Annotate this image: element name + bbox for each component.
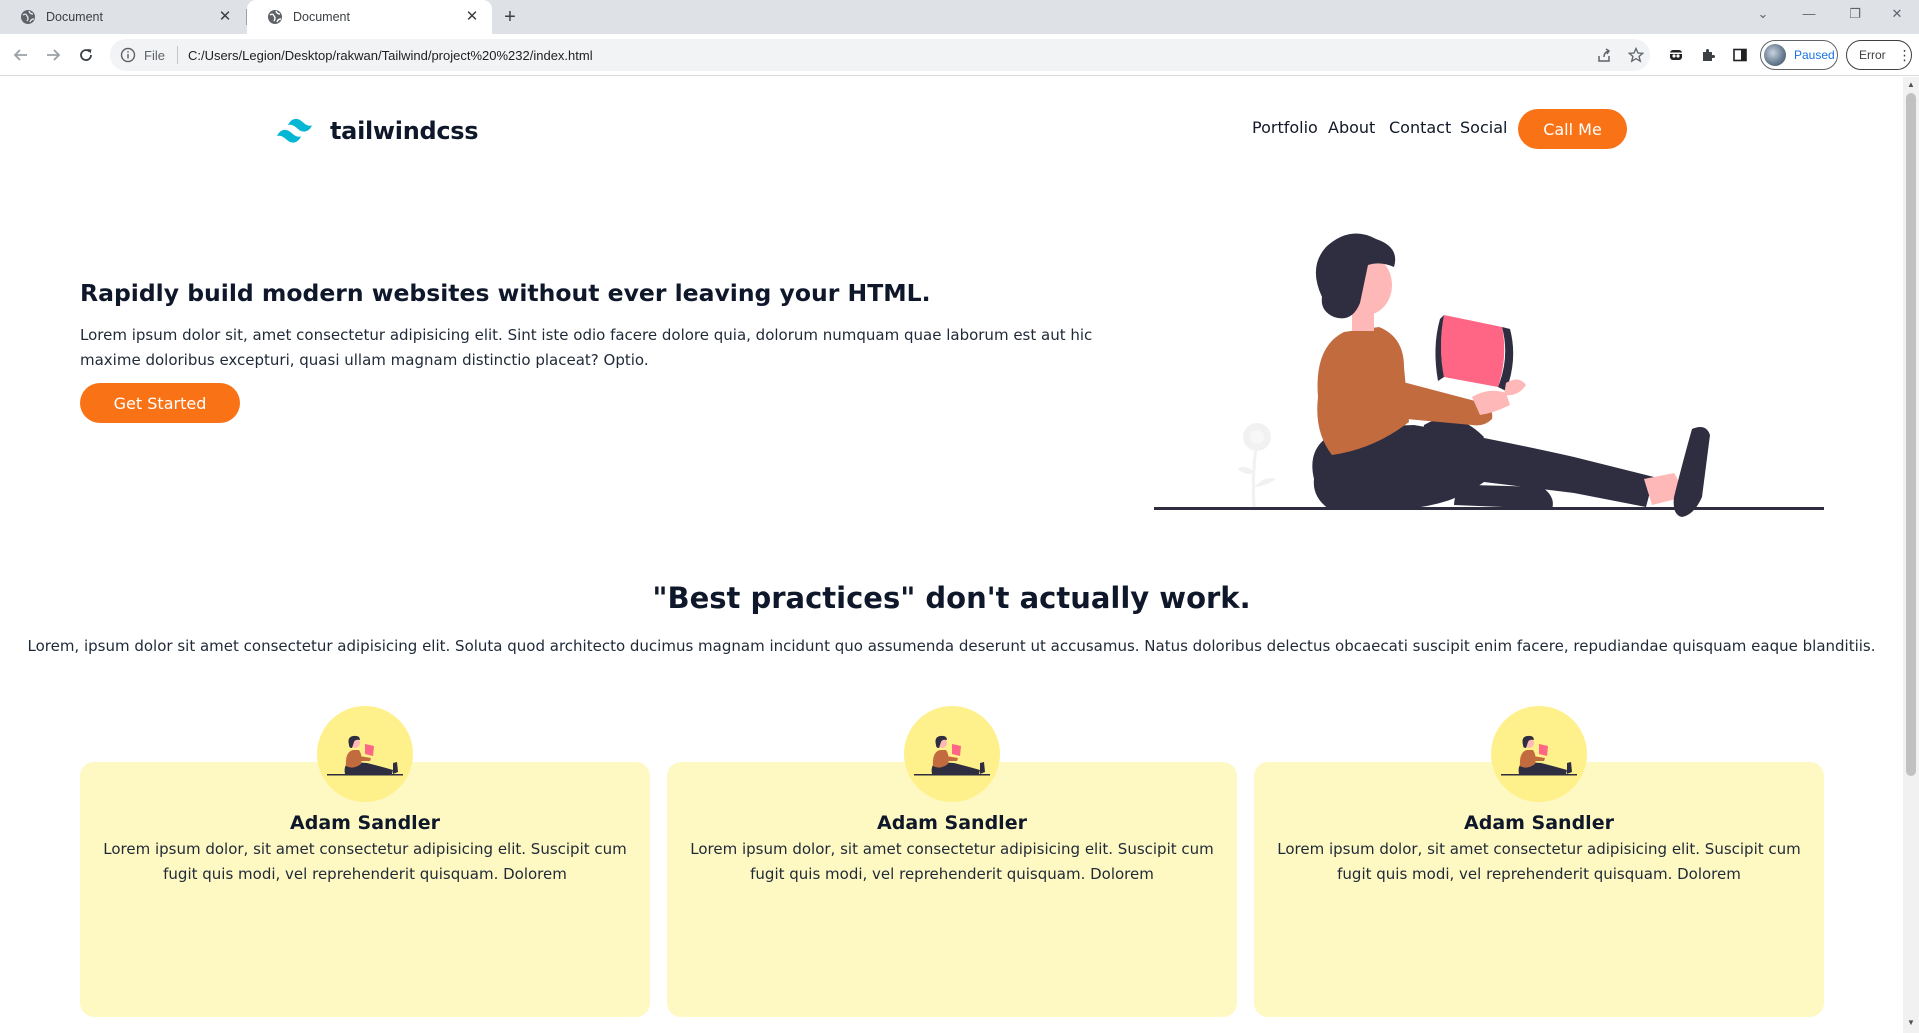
reading-woman-icon	[327, 735, 403, 776]
back-arrow-icon[interactable]	[9, 43, 33, 67]
new-tab-icon[interactable]: +	[498, 5, 522, 29]
close-icon[interactable]: ✕	[217, 9, 233, 25]
call-me-button[interactable]: Call Me	[1518, 109, 1627, 149]
scroll-down-icon[interactable]: ▼	[1906, 1017, 1916, 1029]
window-close-icon[interactable]: ✕	[1874, 0, 1919, 30]
scrollbar-thumb[interactable]	[1906, 93, 1916, 776]
scheme-label: File	[144, 47, 165, 63]
hero-title: Rapidly build modern websites without ev…	[80, 279, 931, 307]
card-avatar	[904, 706, 1000, 802]
profile-status: Paused	[1794, 48, 1835, 62]
card-name: Adam Sandler	[877, 812, 1027, 834]
card-avatar	[1491, 706, 1587, 802]
browser-tab[interactable]: Document ✕	[0, 0, 245, 34]
hero-text: Lorem ipsum dolor sit, amet consectetur …	[80, 326, 1093, 369]
browser-tab-active[interactable]: Document ✕	[247, 0, 492, 34]
tab-title: Document	[46, 10, 103, 24]
avatar	[1764, 44, 1786, 66]
nav-link-contact[interactable]: Contact	[1389, 118, 1451, 137]
card-text: Lorem ipsum dolor, sit amet consectetur …	[103, 840, 627, 883]
reading-woman-icon	[1501, 735, 1577, 776]
get-started-button[interactable]: Get Started	[80, 383, 240, 423]
page-viewport: tailwindcss Portfolio About Contact Soci…	[0, 77, 1903, 1033]
card-text: Lorem ipsum dolor, sit amet consectetur …	[1277, 840, 1801, 883]
restore-icon[interactable]: ❐	[1832, 0, 1878, 30]
nav-link-portfolio[interactable]: Portfolio	[1252, 118, 1318, 137]
share-icon[interactable]	[1592, 43, 1616, 67]
reload-icon[interactable]	[74, 43, 98, 67]
close-icon[interactable]: ✕	[464, 9, 480, 25]
section-text: Lorem, ipsum dolor sit amet consectetur …	[27, 637, 1876, 655]
globe-icon	[21, 10, 35, 24]
card-avatar	[317, 706, 413, 802]
forward-arrow-icon[interactable]	[41, 43, 65, 67]
star-icon[interactable]	[1624, 43, 1648, 67]
reading-woman-icon	[914, 735, 990, 776]
browser-toolbar: File C:/Users/Legion/Desktop/rakwan/Tail…	[0, 34, 1919, 76]
url-text[interactable]: C:/Users/Legion/Desktop/rakwan/Tailwind/…	[188, 48, 1650, 63]
error-button[interactable]: Error ⋮	[1846, 40, 1912, 70]
minimize-icon[interactable]: —	[1786, 0, 1832, 30]
site-logo[interactable]: tailwindcss	[276, 117, 479, 145]
address-bar[interactable]: File C:/Users/Legion/Desktop/rakwan/Tail…	[110, 39, 1650, 71]
section-title: "Best practices" don't actually work.	[652, 581, 1251, 615]
tab-search-icon[interactable]: ⌄	[1740, 0, 1786, 30]
side-panel-icon[interactable]	[1728, 43, 1752, 67]
error-label: Error	[1859, 48, 1886, 62]
nav-link-social[interactable]: Social	[1460, 118, 1507, 137]
extension-icon[interactable]	[1664, 43, 1688, 67]
globe-icon	[268, 10, 282, 24]
logo-text: tailwindcss	[330, 117, 479, 145]
vertical-scrollbar[interactable]: ▲ ▼	[1903, 77, 1919, 1033]
address-divider	[176, 46, 178, 64]
card-name: Adam Sandler	[1464, 812, 1614, 834]
profile-button[interactable]: Paused	[1760, 40, 1838, 70]
tab-title: Document	[293, 10, 350, 24]
puzzle-icon[interactable]	[1696, 43, 1720, 67]
nav-link-about[interactable]: About	[1328, 118, 1375, 137]
scroll-up-icon[interactable]: ▲	[1906, 79, 1916, 91]
tab-strip: Document ✕ Document ✕ + ⌄ — ❐ ✕	[0, 0, 1919, 34]
reading-woman-illustration	[1154, 233, 1824, 517]
more-vert-icon[interactable]: ⋮	[1898, 48, 1912, 62]
card-name: Adam Sandler	[290, 812, 440, 834]
card-text: Lorem ipsum dolor, sit amet consectetur …	[690, 840, 1214, 883]
info-icon[interactable]	[120, 47, 136, 63]
tailwind-logo-icon	[277, 118, 312, 143]
